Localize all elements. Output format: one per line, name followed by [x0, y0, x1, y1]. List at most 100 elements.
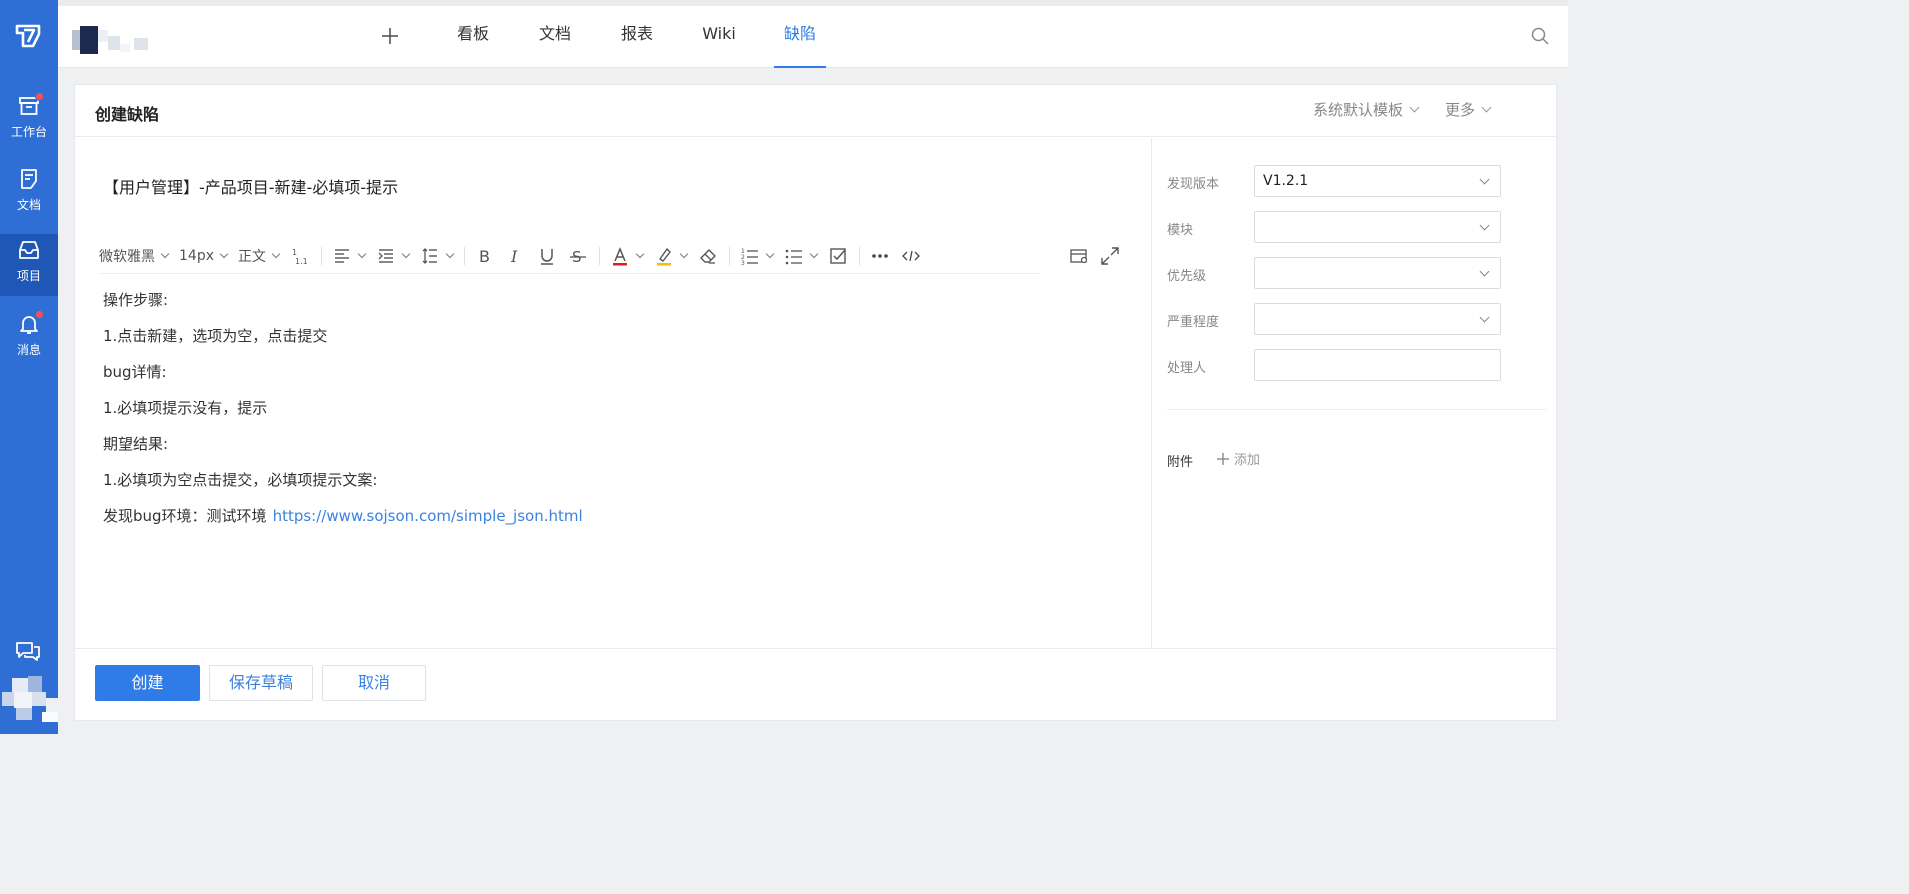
font-family-select[interactable]: 微软雅黑: [99, 242, 170, 270]
checkbox-icon: [830, 247, 846, 264]
tab-docs[interactable]: 文档: [538, 6, 572, 68]
notification-badge: [35, 92, 44, 101]
italic-icon: I: [510, 247, 518, 266]
chevron-down-icon: [1479, 220, 1490, 231]
tab-reports[interactable]: 报表: [620, 6, 654, 68]
chevron-down-icon: [1481, 102, 1492, 113]
top-bar: 看板 文档 报表 Wiki 缺陷: [58, 6, 1568, 68]
card-footer: 创建 保存草稿 取消: [75, 648, 1556, 721]
create-defect-card: 创建缺陷 系统默认模板 更多 【用户管理】-产品项目-新建-必填项-提示 微软雅…: [74, 84, 1557, 721]
nav-item-projects[interactable]: 项目: [0, 234, 58, 296]
chevron-down-icon: [1479, 266, 1490, 277]
app-logo-icon[interactable]: [14, 22, 42, 50]
tab-wiki[interactable]: Wiki: [702, 6, 736, 68]
document-icon: [21, 169, 37, 189]
found-version-select[interactable]: V1.2.1: [1254, 165, 1501, 197]
tab-defects[interactable]: 缺陷: [774, 6, 826, 68]
chat-icon[interactable]: [14, 638, 42, 666]
assignee-input[interactable]: [1254, 349, 1501, 381]
svg-text:1.1: 1.1: [295, 257, 308, 266]
chevron-down-icon: [219, 249, 229, 258]
nav-item-docs[interactable]: 文档: [0, 163, 58, 225]
content-line: 1.必填项为空点击提交，必填项提示文案:: [103, 471, 378, 489]
cancel-button[interactable]: 取消: [322, 665, 426, 701]
plus-icon: [1217, 452, 1229, 465]
create-button[interactable]: 创建: [95, 665, 200, 701]
search-icon[interactable]: [1530, 26, 1550, 46]
content-line: 1.点击新建，选项为空，点击提交: [103, 327, 328, 345]
line-height-button[interactable]: 1 1.1: [290, 242, 310, 270]
strikethrough-icon: S: [570, 248, 586, 266]
chevron-down-icon: [679, 249, 689, 258]
font-color-icon: [613, 246, 627, 265]
plus-icon: [382, 28, 398, 44]
editor-content[interactable]: 操作步骤: 1.点击新建，选项为空，点击提交 bug详情: 1.必填项提示没有，…: [103, 290, 583, 542]
panel-divider: [1167, 409, 1547, 410]
chevron-down-icon: [401, 249, 411, 258]
font-color-button[interactable]: [610, 242, 645, 270]
page-title: 创建缺陷: [95, 105, 160, 124]
field-label-module: 模块: [1167, 223, 1194, 238]
properties-panel: 发现版本 V1.2.1 模块 优先级 严重程度 处理人 附件 添加: [1151, 138, 1557, 648]
chevron-down-icon: [1409, 102, 1420, 113]
module-select[interactable]: [1254, 211, 1501, 243]
chevron-down-icon: [271, 249, 281, 258]
underline-button[interactable]: [537, 242, 557, 270]
nav-item-label: 工作台: [10, 125, 47, 139]
more-dropdown[interactable]: 更多: [1445, 99, 1492, 120]
template-insert-button[interactable]: [1069, 238, 1089, 274]
toolbar-separator: [464, 246, 465, 265]
nav-item-label: 项目: [16, 269, 41, 283]
font-size-select[interactable]: 14px: [179, 242, 229, 270]
svg-text:1: 1: [292, 248, 297, 257]
underline-icon: [541, 248, 553, 265]
save-draft-button[interactable]: 保存草稿: [209, 665, 313, 701]
highlight-button[interactable]: [654, 242, 689, 270]
ordered-list-icon: 123: [741, 248, 758, 266]
found-version-value: V1.2.1: [1263, 173, 1309, 189]
card-header: 创建缺陷 系统默认模板 更多: [75, 85, 1556, 137]
indent-icon: [378, 248, 393, 263]
nav-item-label: 文档: [16, 198, 41, 212]
add-attachment-button[interactable]: 添加: [1216, 449, 1260, 468]
strikethrough-button[interactable]: S: [568, 242, 588, 270]
nav-item-workbench[interactable]: 工作台: [0, 90, 58, 152]
indent-button[interactable]: [376, 242, 411, 270]
clear-format-button[interactable]: [698, 242, 718, 270]
field-label-severity: 严重程度: [1167, 315, 1220, 330]
fullscreen-button[interactable]: [1100, 238, 1120, 274]
font-family-value: 微软雅黑: [99, 248, 155, 265]
defect-title-input[interactable]: 【用户管理】-产品项目-新建-必填项-提示: [103, 174, 398, 198]
left-nav: 工作台 文档 项目 消息: [0, 0, 58, 734]
toolbar-separator: [599, 246, 600, 265]
user-avatar[interactable]: [2, 672, 58, 722]
nav-item-messages[interactable]: 消息: [0, 308, 58, 370]
editor-toolbar: 微软雅黑 14px 正文 1 1.1 B I S 1 2 3: [99, 238, 1039, 274]
template-dropdown[interactable]: 系统默认模板: [1313, 99, 1420, 120]
code-icon: [902, 250, 920, 261]
paragraph-style-select[interactable]: 正文: [238, 242, 281, 270]
env-text: 发现bug环境：测试环境: [103, 507, 267, 525]
severity-select[interactable]: [1254, 303, 1501, 335]
code-button[interactable]: [901, 242, 921, 270]
align-button[interactable]: [332, 242, 367, 270]
content-line: bug详情:: [103, 363, 167, 381]
chevron-down-icon: [445, 249, 455, 258]
env-link[interactable]: https://www.sojson.com/simple_json.html: [273, 507, 583, 525]
more-tools-button[interactable]: [870, 242, 890, 270]
line-spacing-icon: [422, 247, 437, 264]
line-spacing-button[interactable]: [420, 242, 455, 270]
bold-button[interactable]: B: [475, 242, 495, 270]
chevron-down-icon: [1479, 174, 1490, 185]
ordered-list-button[interactable]: 123: [740, 242, 775, 270]
eraser-icon: [700, 248, 716, 264]
nav-item-label: 消息: [16, 343, 41, 357]
priority-select[interactable]: [1254, 257, 1501, 289]
svg-text:3: 3: [741, 260, 745, 266]
add-button[interactable]: [376, 22, 404, 50]
tab-board[interactable]: 看板: [456, 6, 490, 68]
bullet-list-button[interactable]: [784, 242, 819, 270]
project-avatar[interactable]: [72, 26, 172, 54]
task-list-button[interactable]: [828, 242, 848, 270]
italic-button[interactable]: I: [506, 242, 526, 270]
